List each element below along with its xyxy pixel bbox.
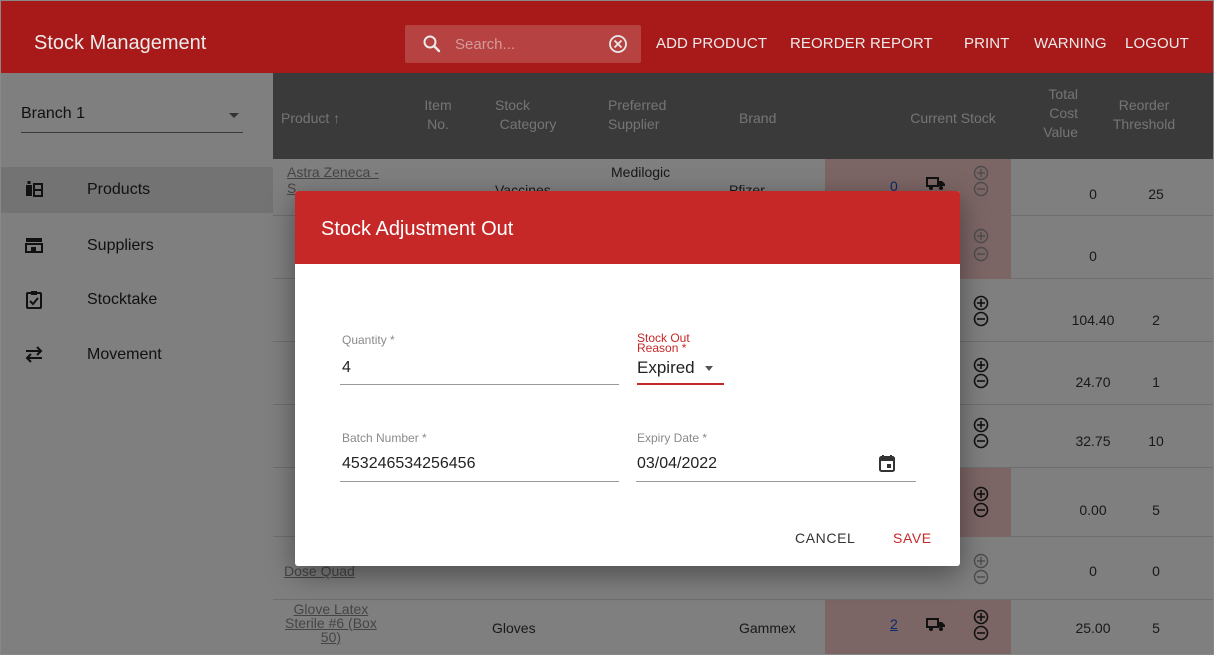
- calendar-icon[interactable]: [878, 454, 896, 473]
- batch-number-label: Batch Number *: [342, 431, 427, 445]
- cancel-button[interactable]: CANCEL: [795, 530, 855, 546]
- dialog-title: Stock Adjustment Out: [321, 218, 514, 240]
- quantity-label: Quantity *: [342, 333, 395, 347]
- modal-backdrop-sidebar[interactable]: [1, 73, 273, 654]
- save-button[interactable]: SAVE: [893, 530, 932, 546]
- reason-label: Stock Out Reason *: [637, 331, 690, 355]
- expiry-date-underline: [636, 481, 916, 482]
- quantity-underline: [340, 384, 619, 385]
- batch-number-field[interactable]: 453246534256456: [342, 455, 475, 473]
- modal-backdrop-header: [1, 1, 1213, 73]
- reason-underline: [637, 383, 724, 385]
- expiry-date-label: Expiry Date *: [637, 431, 708, 445]
- stock-adjustment-dialog: Stock Adjustment Out Quantity * 4 Stock …: [295, 191, 960, 566]
- chevron-down-icon: [705, 366, 714, 372]
- reason-select-value: Expired: [637, 358, 695, 377]
- dialog-header: Stock Adjustment Out: [295, 191, 960, 264]
- expiry-date-field[interactable]: 03/04/2022: [637, 455, 717, 473]
- batch-number-underline: [340, 481, 619, 482]
- app-window: Stock Management ADD PRODUCT REORDER REP…: [0, 0, 1214, 655]
- reason-select[interactable]: Expired: [637, 358, 714, 378]
- quantity-field[interactable]: 4: [342, 359, 351, 377]
